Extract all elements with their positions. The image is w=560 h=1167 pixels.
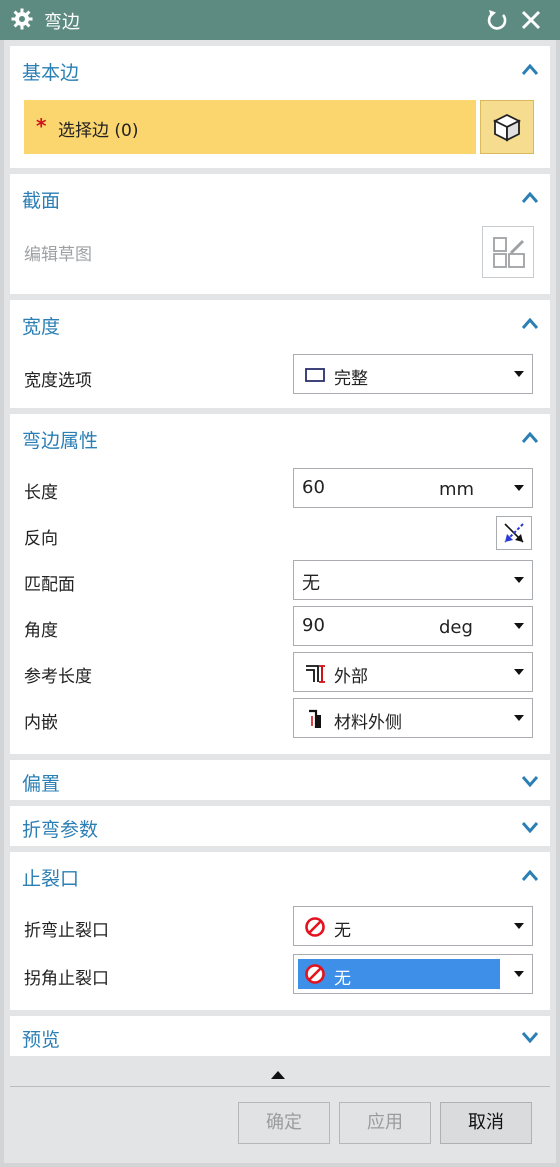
section-flange-properties-title: 弯边属性 — [22, 430, 99, 452]
corner-relief-label: 拐角止裂口 — [24, 969, 109, 989]
section-relief-header[interactable]: 止裂口 — [10, 852, 550, 898]
length-input[interactable]: 60 mm — [293, 468, 533, 508]
no-entry-icon — [305, 917, 325, 937]
match-face-label: 匹配面 — [24, 575, 75, 595]
length-label: 长度 — [24, 483, 58, 503]
reference-length-value: 外部 — [334, 667, 368, 687]
reverse-direction-button[interactable] — [496, 516, 532, 550]
dropdown-arrow-icon — [514, 669, 524, 675]
section-preview[interactable]: 预览 — [10, 1016, 550, 1056]
select-edge-label: 选择边 (0) — [58, 121, 139, 141]
dropdown-arrow-icon — [514, 923, 524, 929]
angle-value: 90 — [302, 615, 325, 636]
match-face-value: 无 — [302, 573, 320, 594]
dialog-body: 基本边 * 选择边 (0) 截面 编辑草图 宽度 宽度选项 完整 弯边属性 长度… — [4, 40, 556, 1163]
section-relief-title: 止裂口 — [22, 868, 80, 890]
corner-relief-value: 无 — [334, 969, 351, 989]
select-edge-row[interactable]: * 选择边 (0) — [24, 100, 476, 154]
section-base-edge-title: 基本边 — [22, 62, 80, 84]
chevron-up-icon[interactable] — [521, 316, 539, 330]
chevron-up-icon[interactable] — [521, 430, 539, 444]
reference-length-dropdown[interactable]: 外部 — [293, 652, 533, 692]
inset-label: 内嵌 — [24, 713, 58, 733]
required-asterisk: * — [36, 114, 47, 138]
reverse-direction-icon — [504, 523, 524, 543]
section-offset[interactable]: 偏置 — [10, 760, 550, 800]
section-relief: 止裂口 折弯止裂口 无 拐角止裂口 无 — [10, 852, 550, 1010]
section-flange-properties-header[interactable]: 弯边属性 — [10, 414, 550, 460]
section-flange-properties: 弯边属性 长度 60 mm 反向 匹配面 无 角度 90 deg 参考长度 外部… — [10, 414, 550, 754]
section-width: 宽度 宽度选项 完整 — [10, 300, 550, 408]
angle-unit: deg — [439, 617, 473, 638]
angle-label: 角度 — [24, 621, 58, 641]
footer-divider — [10, 1086, 550, 1087]
chevron-up-icon[interactable] — [521, 62, 539, 76]
angle-input[interactable]: 90 deg — [293, 606, 533, 646]
section-width-header[interactable]: 宽度 — [10, 300, 550, 346]
edit-sketch-label: 编辑草图 — [24, 245, 92, 265]
section-preview-title: 预览 — [22, 1029, 61, 1051]
cube-icon — [492, 113, 522, 142]
dropdown-arrow-icon — [514, 371, 524, 377]
collapse-arrow-icon[interactable] — [270, 1070, 286, 1080]
select-edge-button[interactable] — [480, 100, 534, 154]
bend-relief-dropdown[interactable]: 无 — [293, 906, 533, 946]
dropdown-arrow-icon — [514, 577, 524, 583]
cancel-button[interactable]: 取消 — [440, 1102, 532, 1144]
window-title: 弯边 — [44, 12, 80, 33]
section-base-edge: 基本边 * 选择边 (0) — [10, 46, 550, 168]
section-section-header[interactable]: 截面 — [10, 174, 550, 220]
dropdown-arrow-icon — [514, 971, 524, 977]
length-value: 60 — [302, 477, 325, 498]
reset-icon[interactable] — [484, 7, 510, 33]
edit-sketch-button[interactable] — [482, 226, 534, 278]
inset-dropdown[interactable]: 材料外侧 — [293, 698, 533, 738]
inset-value: 材料外侧 — [334, 713, 402, 733]
reverse-label: 反向 — [24, 529, 58, 549]
section-section-title: 截面 — [22, 190, 61, 212]
section-base-edge-header[interactable]: 基本边 — [10, 46, 550, 92]
match-face-dropdown[interactable]: 无 — [293, 560, 533, 600]
chevron-down-icon[interactable] — [521, 774, 539, 788]
section-width-title: 宽度 — [22, 316, 61, 338]
title-bar: 弯边 — [0, 0, 560, 40]
chevron-down-icon[interactable] — [521, 820, 539, 834]
chevron-up-icon[interactable] — [521, 190, 539, 204]
close-icon[interactable] — [518, 7, 544, 33]
sketch-icon — [493, 237, 525, 268]
ok-button[interactable]: 确定 — [238, 1102, 330, 1144]
width-option-value: 完整 — [334, 369, 368, 389]
gear-icon[interactable] — [10, 7, 34, 31]
dropdown-arrow-icon — [514, 623, 524, 629]
length-unit: mm — [439, 479, 475, 500]
width-option-label: 宽度选项 — [24, 371, 92, 391]
dropdown-arrow-icon — [514, 715, 524, 721]
apply-button[interactable]: 应用 — [339, 1102, 431, 1144]
dropdown-arrow-icon — [514, 485, 524, 491]
section-offset-title: 偏置 — [22, 773, 61, 795]
bend-relief-label: 折弯止裂口 — [24, 921, 109, 941]
corner-relief-dropdown[interactable]: 无 — [293, 954, 533, 994]
chevron-up-icon[interactable] — [521, 868, 539, 882]
rectangle-icon — [305, 368, 325, 382]
outer-reference-icon — [306, 665, 325, 683]
section-bend-parameters[interactable]: 折弯参数 — [10, 806, 550, 846]
material-outside-icon — [309, 709, 321, 728]
width-option-dropdown[interactable]: 完整 — [293, 354, 533, 394]
bend-relief-value: 无 — [334, 921, 351, 941]
reference-length-label: 参考长度 — [24, 667, 92, 687]
corner-relief-selection: 无 — [298, 959, 500, 989]
no-entry-icon — [305, 964, 325, 984]
section-bend-parameters-title: 折弯参数 — [22, 819, 99, 841]
section-section: 截面 编辑草图 — [10, 174, 550, 294]
chevron-down-icon[interactable] — [521, 1030, 539, 1044]
